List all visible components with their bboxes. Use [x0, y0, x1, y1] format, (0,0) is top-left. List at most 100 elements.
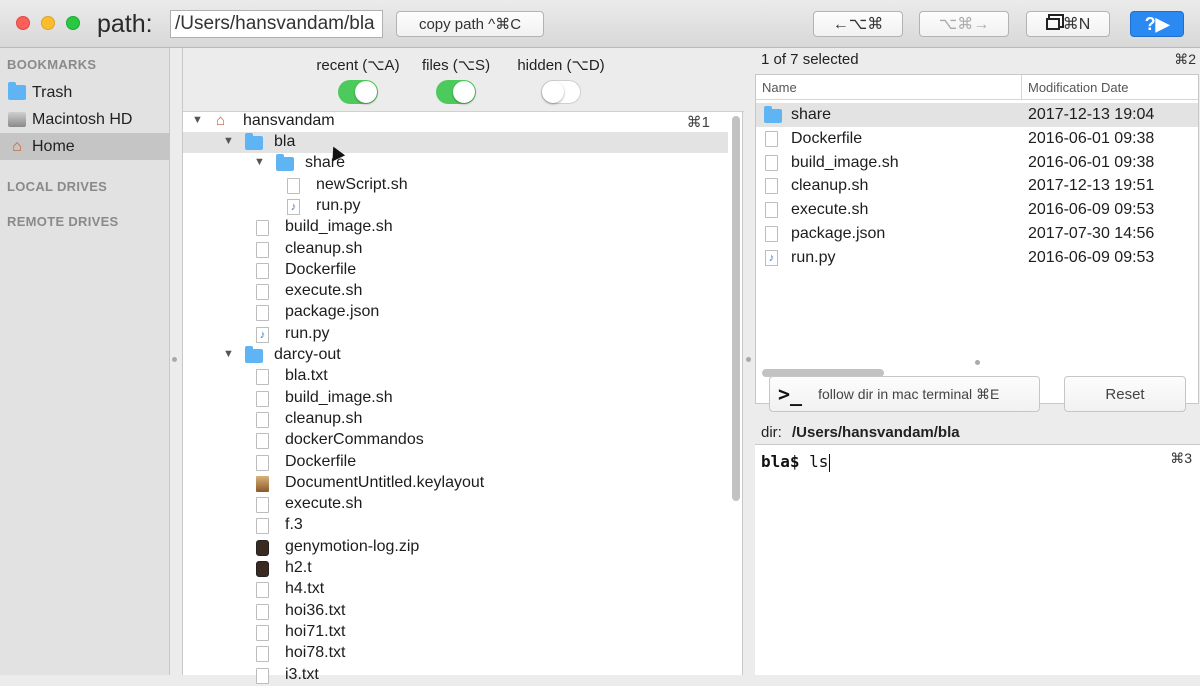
reset-button[interactable]: Reset [1064, 376, 1186, 412]
new-window-icon [1045, 18, 1060, 30]
toolbar: path: /Users/hansvandam/bla copy path ^⌘… [0, 0, 1200, 48]
tree-file-row[interactable]: hoi71.txt [183, 622, 728, 643]
tree-file-row[interactable]: ♪ run.py [183, 196, 728, 217]
document-icon [256, 603, 269, 620]
recent-toggle-group: recent (⌥A) [303, 56, 413, 104]
tree-root-row[interactable]: ▼ ⌂ hansvandam ⌘1 [183, 111, 728, 132]
document-icon [256, 220, 269, 237]
tree-scrollbar[interactable] [732, 116, 740, 501]
tree-file-row[interactable]: hoi36.txt [183, 601, 728, 622]
list-item[interactable]: share 2017-12-13 19:04 [756, 103, 1198, 127]
tree-file-row[interactable]: newScript.sh [183, 175, 728, 196]
forward-button[interactable]: ⌥⌘→ [919, 11, 1009, 37]
document-icon [765, 130, 778, 147]
list-item[interactable]: package.json 2017-07-30 14:56 [756, 222, 1198, 246]
sidebar-item-home[interactable]: ⌂ Home [0, 133, 170, 160]
list-item-name: cleanup.sh [791, 177, 869, 195]
list-item-name: execute.sh [791, 201, 869, 219]
column-header-name[interactable]: Name [756, 75, 1022, 100]
sidebar-item-trash[interactable]: Trash [0, 79, 170, 106]
tree-file-row[interactable]: build_image.sh [183, 388, 728, 409]
home-icon: ⌂ [12, 138, 22, 155]
list-item[interactable]: ♪ run.py 2016-06-09 09:53 [756, 246, 1198, 270]
tree-root-label: hansvandam [243, 112, 335, 129]
tree-file-row[interactable]: execute.sh [183, 494, 728, 515]
tree-file-row[interactable]: dockerCommandos [183, 430, 728, 451]
disclosure-triangle-icon[interactable]: ▼ [223, 348, 234, 360]
list-item[interactable]: cleanup.sh 2017-12-13 19:51 [756, 174, 1198, 198]
tree-item-label: hoi36.txt [285, 601, 346, 619]
tree-file-row[interactable]: bla.txt [183, 366, 728, 387]
help-button[interactable]: ?▶ [1130, 11, 1184, 37]
document-icon [256, 624, 269, 641]
follow-dir-terminal-button[interactable]: >_ follow dir in mac terminal ⌘E [769, 376, 1040, 412]
list-item-date: 2017-12-13 19:51 [1028, 177, 1155, 195]
tree-file-row[interactable]: Dockerfile [183, 452, 728, 473]
filter-toggle-bar: recent (⌥A) files (⌥S) hidden (⌥D) [183, 48, 744, 112]
list-item[interactable]: build_image.sh 2016-06-01 09:38 [756, 151, 1198, 175]
minimize-window-button[interactable] [41, 16, 55, 30]
tree-folder-row[interactable]: ▼ bla [183, 132, 728, 153]
terminal-prompt: bla$ [761, 452, 800, 471]
tree-file-row[interactable]: execute.sh [183, 281, 728, 302]
tree-file-row[interactable]: cleanup.sh [183, 239, 728, 260]
list-item[interactable]: execute.sh 2016-06-09 09:53 [756, 198, 1198, 222]
local-drives-heading: LOCAL DRIVES [7, 179, 108, 194]
disclosure-triangle-icon[interactable]: ▼ [254, 156, 265, 168]
tree-item-label: newScript.sh [316, 175, 408, 193]
sidebar-splitter-handle[interactable] [172, 357, 177, 362]
tree-file-row[interactable]: i3.txt [183, 665, 728, 686]
tree-file-row[interactable]: h2.t [183, 558, 728, 579]
hidden-toggle-label: hidden (⌥D) [517, 57, 605, 74]
pane-splitter-handle[interactable] [746, 357, 751, 362]
sidebar-item-macintosh-hd[interactable]: Macintosh HD [0, 106, 170, 133]
hidden-toggle[interactable] [541, 80, 581, 104]
tree-shortcut: ⌘1 [686, 114, 710, 131]
tree-folder-row[interactable]: ▼ darcy-out [183, 345, 728, 366]
tree-file-row[interactable]: f.3 [183, 515, 728, 536]
tree-file-row[interactable]: ♪ run.py [183, 324, 728, 345]
column-header-date[interactable]: Modification Date [1022, 75, 1198, 100]
folder-icon [245, 346, 263, 363]
file-list: Name Modification Date share 2017-12-13 1… [755, 74, 1199, 404]
disclosure-triangle-icon[interactable]: ▼ [192, 114, 203, 126]
tree-file-row[interactable]: genymotion-log.zip [183, 537, 728, 558]
tree-file-row[interactable]: package.json [183, 302, 728, 323]
new-window-button[interactable]: ⌘N [1026, 11, 1110, 37]
tree-item-label: bla [274, 133, 296, 150]
tree-item-label: build_image.sh [285, 218, 393, 236]
zoom-window-button[interactable] [66, 16, 80, 30]
back-button[interactable]: ←⌥⌘ [813, 11, 903, 37]
files-toggle[interactable] [436, 80, 476, 104]
recent-toggle[interactable] [338, 80, 378, 104]
disclosure-triangle-icon[interactable]: ▼ [223, 135, 234, 147]
terminal-splitter-handle[interactable] [975, 360, 980, 365]
tree-item-label: DocumentUntitled.keylayout [285, 473, 485, 491]
path-input[interactable]: /Users/hansvandam/bla [170, 10, 383, 38]
toggle-knob [453, 81, 475, 103]
copy-path-button[interactable]: copy path ^⌘C [396, 11, 544, 37]
tree-file-row[interactable]: Dockerfile [183, 260, 728, 281]
tree-file-row[interactable]: build_image.sh [183, 217, 728, 238]
new-window-shortcut: ⌘N [1062, 16, 1091, 33]
folder-icon [245, 133, 263, 150]
tree-file-row[interactable]: hoi78.txt [183, 643, 728, 664]
tree-item-label: Dockerfile [285, 260, 357, 278]
tree-item-label: bla.txt [285, 367, 328, 385]
right-pane: 1 of 7 selected ⌘2 Name Modification Dat… [755, 48, 1200, 675]
home-icon: ⌂ [216, 112, 226, 129]
dir-label: dir: [761, 424, 782, 441]
recent-toggle-label: recent (⌥A) [316, 57, 400, 74]
close-window-button[interactable] [16, 16, 30, 30]
tree-item-label: execute.sh [285, 495, 363, 513]
tree-file-row[interactable]: cleanup.sh [183, 409, 728, 430]
tree-item-label: genymotion-log.zip [285, 537, 420, 555]
terminal-area[interactable]: bla$ ls ⌘3 [755, 444, 1200, 675]
list-item-date: 2017-12-13 19:04 [1028, 106, 1155, 123]
keylayout-file-icon [256, 475, 269, 492]
tree-file-row[interactable]: DocumentUntitled.keylayout [183, 473, 728, 494]
list-item[interactable]: Dockerfile 2016-06-01 09:38 [756, 127, 1198, 151]
tree-folder-row[interactable]: ▼ share [183, 153, 728, 174]
tree-file-row[interactable]: h4.txt [183, 579, 728, 600]
tree-item-label: hoi78.txt [285, 644, 346, 662]
